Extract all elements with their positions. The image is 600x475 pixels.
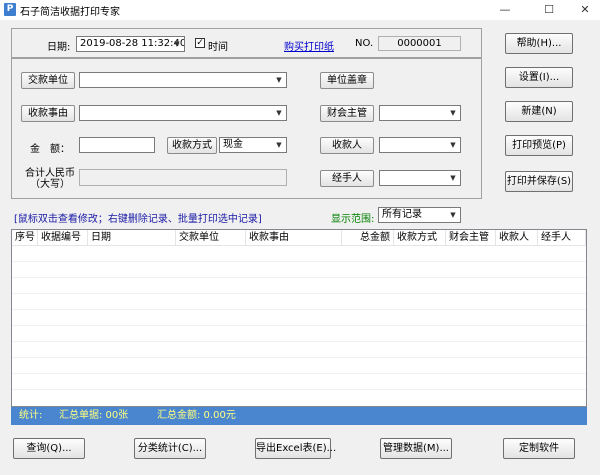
reason-select[interactable]: ▼ xyxy=(79,105,287,121)
column-header[interactable]: 日期 xyxy=(88,230,176,245)
table-row xyxy=(12,278,586,294)
payee-select[interactable]: ▼ xyxy=(379,137,461,153)
range-label: 显示范围: xyxy=(331,214,375,225)
chevron-down-icon[interactable]: ▼ xyxy=(171,38,183,50)
chevron-down-icon[interactable]: ▼ xyxy=(447,209,459,221)
receipt-number-field: 0000001 xyxy=(378,36,461,51)
chevron-down-icon[interactable]: ▼ xyxy=(273,139,285,151)
list-hint: [鼠标双击查看修改；右键删除记录、批量打印选中记录] xyxy=(14,214,262,225)
table-row xyxy=(12,326,586,342)
table-row xyxy=(12,246,586,262)
payer-select[interactable]: ▼ xyxy=(79,72,287,88)
column-header[interactable]: 收据编号 xyxy=(38,230,88,245)
date-value: 2019-08-28 11:32:40 xyxy=(80,38,185,49)
chevron-down-icon[interactable]: ▼ xyxy=(273,74,285,86)
window-title: 石子简洁收据打印专家 xyxy=(20,7,120,18)
total-rmb-label: 合计人民币 （大写） xyxy=(25,168,75,190)
finance-manager-button[interactable]: 财会主管 xyxy=(320,105,374,122)
time-checkbox[interactable]: ✓ xyxy=(195,38,205,48)
table-row xyxy=(12,342,586,358)
table-row xyxy=(12,358,586,374)
column-header[interactable]: 总金额 xyxy=(342,230,394,245)
chevron-down-icon[interactable]: ▼ xyxy=(447,172,459,184)
table-row xyxy=(12,294,586,310)
buy-paper-link[interactable]: 购买打印纸 xyxy=(284,38,334,53)
new-button[interactable]: 新建(N) xyxy=(505,101,573,122)
chevron-down-icon[interactable]: ▼ xyxy=(447,139,459,151)
total-rmb-label-line2: （大写） xyxy=(30,179,70,190)
column-header[interactable]: 序号 xyxy=(12,230,38,245)
date-label: 日期: xyxy=(47,42,71,53)
range-value: 所有记录 xyxy=(382,209,422,220)
query-button[interactable]: 查询(Q)... xyxy=(13,438,85,459)
chevron-down-icon[interactable]: ▼ xyxy=(447,107,459,119)
settings-button[interactable]: 设置(I)... xyxy=(505,67,573,88)
payment-method-button[interactable]: 收款方式 xyxy=(167,137,217,154)
no-label: NO. xyxy=(355,38,374,49)
payment-method-value: 现金 xyxy=(223,139,243,150)
column-header[interactable]: 收款人 xyxy=(496,230,538,245)
total-rmb-field xyxy=(79,169,287,186)
table-header: 序号 收据编号 日期 交款单位 收款事由 总金额 收款方式 财会主管 收款人 经… xyxy=(12,230,586,246)
seal-button[interactable]: 单位盖章 xyxy=(320,72,374,89)
records-table[interactable]: 序号 收据编号 日期 交款单位 收款事由 总金额 收款方式 财会主管 收款人 经… xyxy=(11,229,587,407)
maximize-icon[interactable]: ☐ xyxy=(530,0,568,20)
payment-method-select[interactable]: 现金 ▼ xyxy=(219,137,287,153)
amount-input[interactable] xyxy=(79,137,155,153)
amount-label: 金 额： xyxy=(30,144,70,155)
finance-manager-select[interactable]: ▼ xyxy=(379,105,461,121)
manage-data-button[interactable]: 管理数据(M)... xyxy=(380,438,452,459)
print-save-button[interactable]: 打印并保存(S) xyxy=(505,171,573,192)
custom-software-button[interactable]: 定制软件 xyxy=(503,438,575,459)
status-bar: 统计: 汇总单据: 00张 汇总金额: 0.00元 xyxy=(11,407,587,425)
help-button[interactable]: 帮助(H)... xyxy=(505,33,573,54)
category-stats-button[interactable]: 分类统计(C)... xyxy=(134,438,206,459)
payee-button[interactable]: 收款人 xyxy=(320,137,374,154)
column-header[interactable]: 经手人 xyxy=(538,230,586,245)
range-select[interactable]: 所有记录 ▼ xyxy=(378,207,461,223)
column-header[interactable]: 收款方式 xyxy=(394,230,446,245)
date-picker[interactable]: 2019-08-28 11:32:40 ▼ xyxy=(76,36,185,52)
total-rmb-label-line1: 合计人民币 xyxy=(25,168,75,179)
table-row xyxy=(12,310,586,326)
handler-select[interactable]: ▼ xyxy=(379,170,461,186)
total-receipts: 汇总单据: 00张 xyxy=(59,410,129,421)
reason-button[interactable]: 收款事由 xyxy=(21,105,75,122)
table-row xyxy=(12,262,586,278)
column-header[interactable]: 财会主管 xyxy=(446,230,496,245)
column-header[interactable]: 收款事由 xyxy=(246,230,342,245)
receipt-app-icon: P xyxy=(4,3,16,16)
minimize-icon[interactable]: — xyxy=(486,0,524,20)
stats-label: 统计: xyxy=(19,410,43,421)
total-amount: 汇总金额: 0.00元 xyxy=(157,410,236,421)
export-excel-button[interactable]: 导出Excel表(E)... xyxy=(255,438,336,459)
chevron-down-icon[interactable]: ▼ xyxy=(273,107,285,119)
print-preview-button[interactable]: 打印预览(P) xyxy=(505,135,573,156)
payer-button[interactable]: 交款单位 xyxy=(21,72,75,89)
handler-button[interactable]: 经手人 xyxy=(320,170,374,187)
time-checkbox-label: 时间 xyxy=(208,42,228,53)
column-header[interactable]: 交款单位 xyxy=(176,230,246,245)
close-icon[interactable]: ✕ xyxy=(566,0,600,20)
table-row xyxy=(12,374,586,390)
